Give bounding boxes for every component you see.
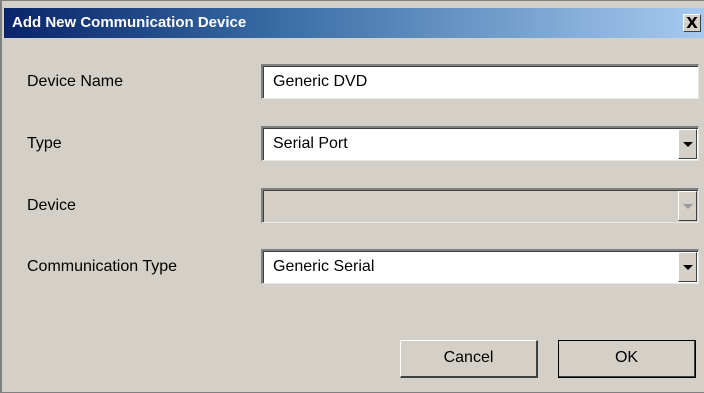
close-icon: X (686, 14, 698, 32)
type-label: Type (27, 135, 62, 152)
type-selected-value: Serial Port (273, 135, 348, 152)
device-dropdown-button (678, 191, 697, 221)
device-name-value: Generic DVD (273, 73, 368, 90)
ok-button[interactable]: OK (558, 340, 696, 378)
chevron-down-icon (683, 142, 693, 147)
dialog-title: Add New Communication Device (12, 14, 247, 31)
device-select (261, 188, 699, 223)
communication-type-select[interactable]: Generic Serial (261, 249, 699, 284)
communication-type-dropdown-button[interactable] (678, 252, 697, 282)
type-dropdown-button[interactable] (678, 129, 697, 159)
close-button[interactable]: X (683, 14, 701, 32)
device-name-label: Device Name (27, 73, 124, 90)
chevron-down-icon (683, 265, 693, 270)
communication-type-label: Communication Type (27, 258, 177, 275)
cancel-button[interactable]: Cancel (400, 340, 538, 378)
communication-type-selected-value: Generic Serial (273, 258, 375, 275)
add-communication-device-dialog: Add New Communication Device X Device Na… (0, 0, 704, 393)
chevron-down-icon (683, 204, 693, 209)
device-name-input[interactable]: Generic DVD (261, 64, 699, 99)
title-bar[interactable]: Add New Communication Device X (4, 8, 704, 38)
type-select[interactable]: Serial Port (261, 126, 699, 161)
device-label: Device (27, 197, 76, 214)
